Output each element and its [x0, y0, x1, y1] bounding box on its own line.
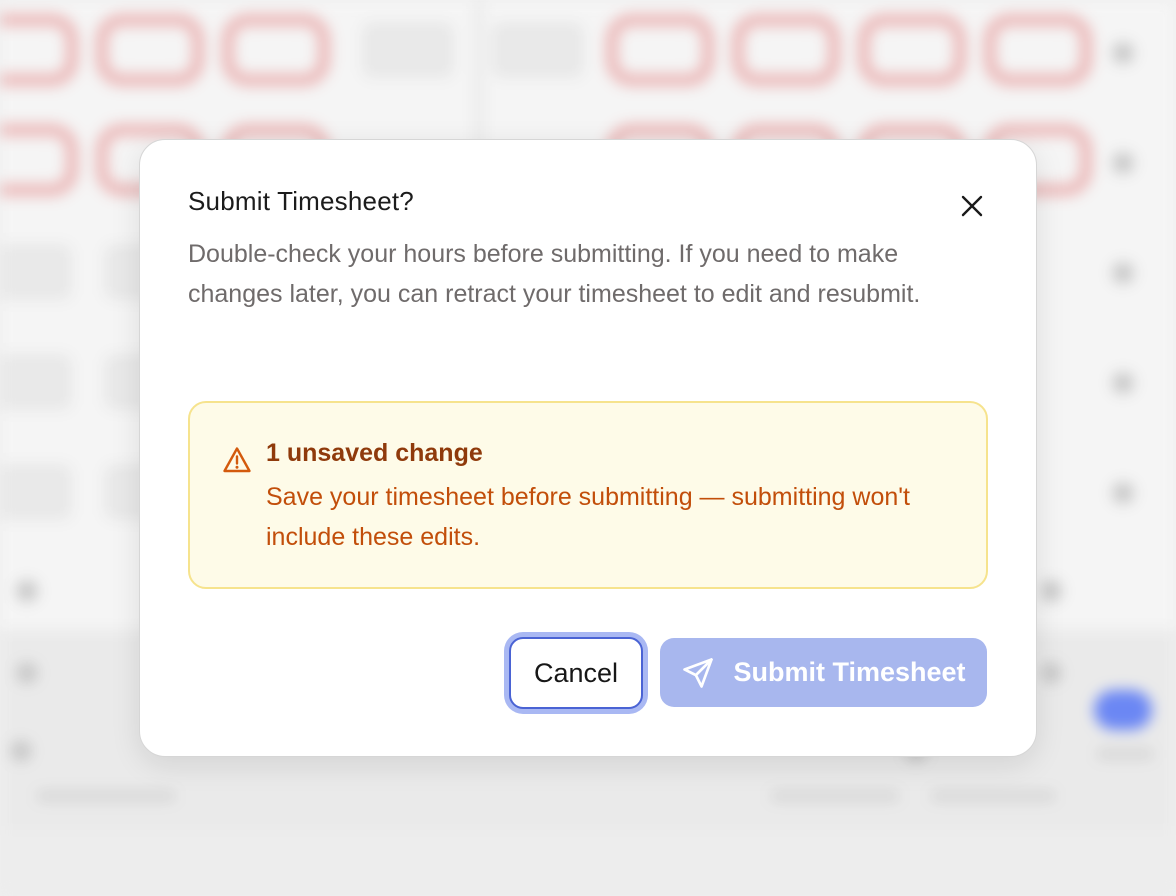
submit-button-label: Submit Timesheet: [733, 657, 966, 687]
close-icon: [961, 195, 983, 217]
send-icon: [681, 656, 715, 690]
alert-body: Save your timesheet before submitting — …: [266, 483, 910, 551]
alert-title: 1 unsaved change: [266, 439, 483, 467]
dialog-description: Double-check your hours before submittin…: [188, 240, 921, 308]
submit-timesheet-button[interactable]: Submit Timesheet: [660, 638, 987, 707]
cancel-button[interactable]: Cancel: [509, 637, 643, 709]
warning-triangle-icon: [223, 447, 251, 473]
dialog-title: Submit Timesheet?: [188, 186, 414, 216]
close-button[interactable]: [954, 188, 990, 224]
submit-timesheet-dialog: Submit Timesheet? Double-check your hour…: [139, 139, 1037, 757]
unsaved-changes-alert: 1 unsaved change Save your timesheet bef…: [188, 401, 988, 589]
